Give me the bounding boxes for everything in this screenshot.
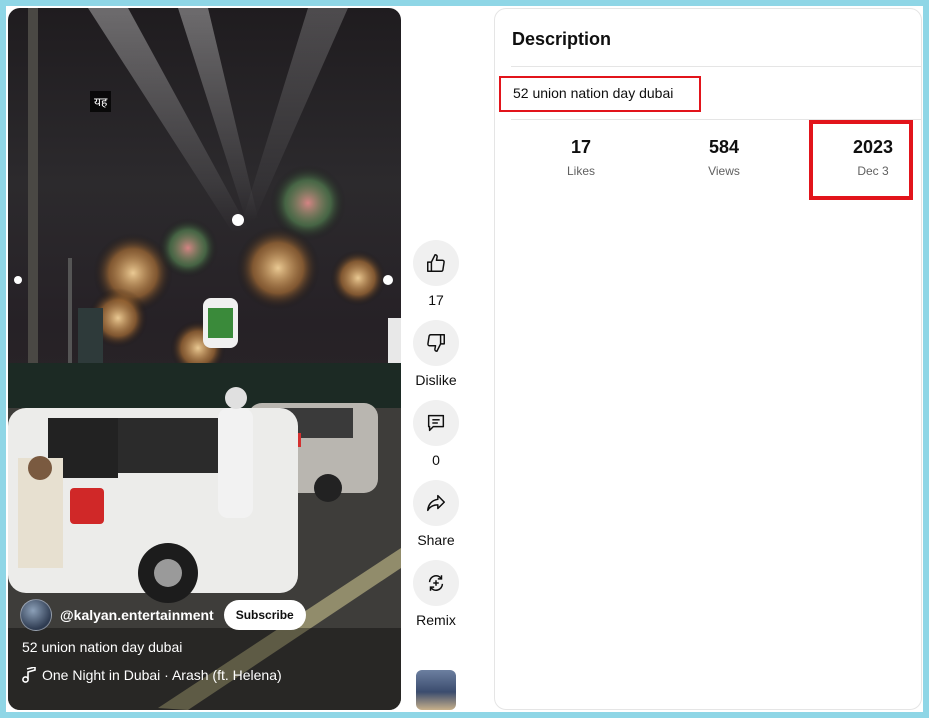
dislike-action: Dislike	[413, 320, 459, 388]
description-panel: Description 52 union nation day dubai 17…	[494, 8, 922, 710]
music-note-icon	[22, 667, 36, 683]
likes-value: 17	[570, 137, 592, 157]
like-button[interactable]	[413, 240, 459, 286]
action-column: 17 Dislike 0 Share Remix	[412, 240, 460, 640]
remix-icon	[428, 575, 444, 591]
views-stat: 584 Views	[679, 137, 769, 178]
panel-title: Description	[512, 29, 612, 49]
comment-button[interactable]	[413, 400, 459, 446]
views-label: Views	[708, 164, 740, 178]
video-title: 52 union nation day dubai	[22, 639, 183, 655]
views-value: 584	[708, 137, 740, 157]
subscribe-button[interactable]: Subscribe	[223, 600, 306, 630]
comment-count: 0	[432, 452, 440, 468]
like-action: 17	[413, 240, 459, 308]
video-player[interactable]: यह @kalyan.entertainment Subscribe 52 un…	[8, 8, 401, 710]
remix-action: Remix	[413, 560, 459, 628]
sound-thumbnail[interactable]	[416, 670, 456, 710]
likes-stat: 17 Likes	[536, 137, 626, 178]
date-highlight	[809, 120, 913, 200]
music-row[interactable]: One Night in Dubai · Arash (ft. Helena)	[22, 667, 282, 683]
channel-row: @kalyan.entertainment Subscribe	[20, 599, 306, 631]
thumbs-down-icon	[427, 334, 445, 352]
likes-label: Likes	[566, 164, 595, 178]
dislike-label: Dislike	[415, 372, 457, 388]
music-label: One Night in Dubai · Arash (ft. Helena)	[42, 667, 282, 683]
share-action: Share	[413, 480, 459, 548]
dislike-button[interactable]	[413, 320, 459, 366]
thumbs-up-icon	[427, 254, 445, 272]
remix-button[interactable]	[413, 560, 459, 606]
comment-action: 0	[413, 400, 459, 468]
remix-label: Remix	[416, 612, 456, 628]
comment-icon	[427, 414, 445, 432]
share-arrow-icon	[427, 494, 445, 512]
channel-avatar[interactable]	[20, 599, 52, 631]
description-text: 52 union nation day dubai	[499, 76, 701, 112]
like-count: 17	[428, 292, 444, 308]
share-button[interactable]	[413, 480, 459, 526]
overlay-tag: यह	[90, 91, 112, 112]
divider	[511, 66, 921, 67]
share-label: Share	[417, 532, 455, 548]
channel-name[interactable]: @kalyan.entertainment	[60, 607, 214, 623]
